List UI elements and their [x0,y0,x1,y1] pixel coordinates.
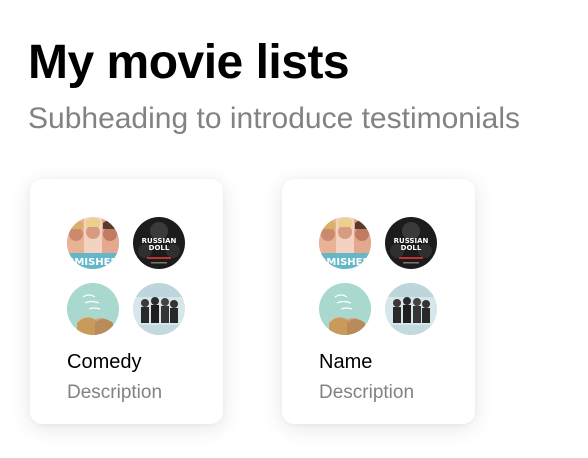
page-title: My movie lists [28,36,350,89]
list-title: Comedy [67,351,142,373]
list-description: Description [319,382,415,403]
page-subtitle: Subheading to introduce testimonials [28,102,520,135]
list-description: Description [67,382,163,403]
movie-list-card-comedy[interactable]: SMISHED RUSSIAN DOLL Comedy Description [30,179,223,424]
russian-doll-poster-image: RUSSIAN DOLL [385,217,437,269]
poster-title-text-line2: DOLL [149,244,170,252]
russian-doll-poster-image: RUSSIAN DOLL [133,217,185,269]
pastel-movie-poster-image [67,283,119,335]
movie-list-card-name[interactable]: SMISHED RUSSIAN DOLL Name Description [282,179,475,424]
list-title: Name [319,351,373,373]
pastel-movie-poster-image [319,283,371,335]
comedy-poster-image: SMISHED [319,217,371,269]
poster-title-text: SMISHED [67,257,119,268]
group-movie-poster-image [133,283,185,335]
comedy-poster-image: SMISHED [67,217,119,269]
poster-title-text: SMISHED [319,257,371,268]
poster-title-text-line2: DOLL [401,244,422,252]
group-movie-poster-image [385,283,437,335]
